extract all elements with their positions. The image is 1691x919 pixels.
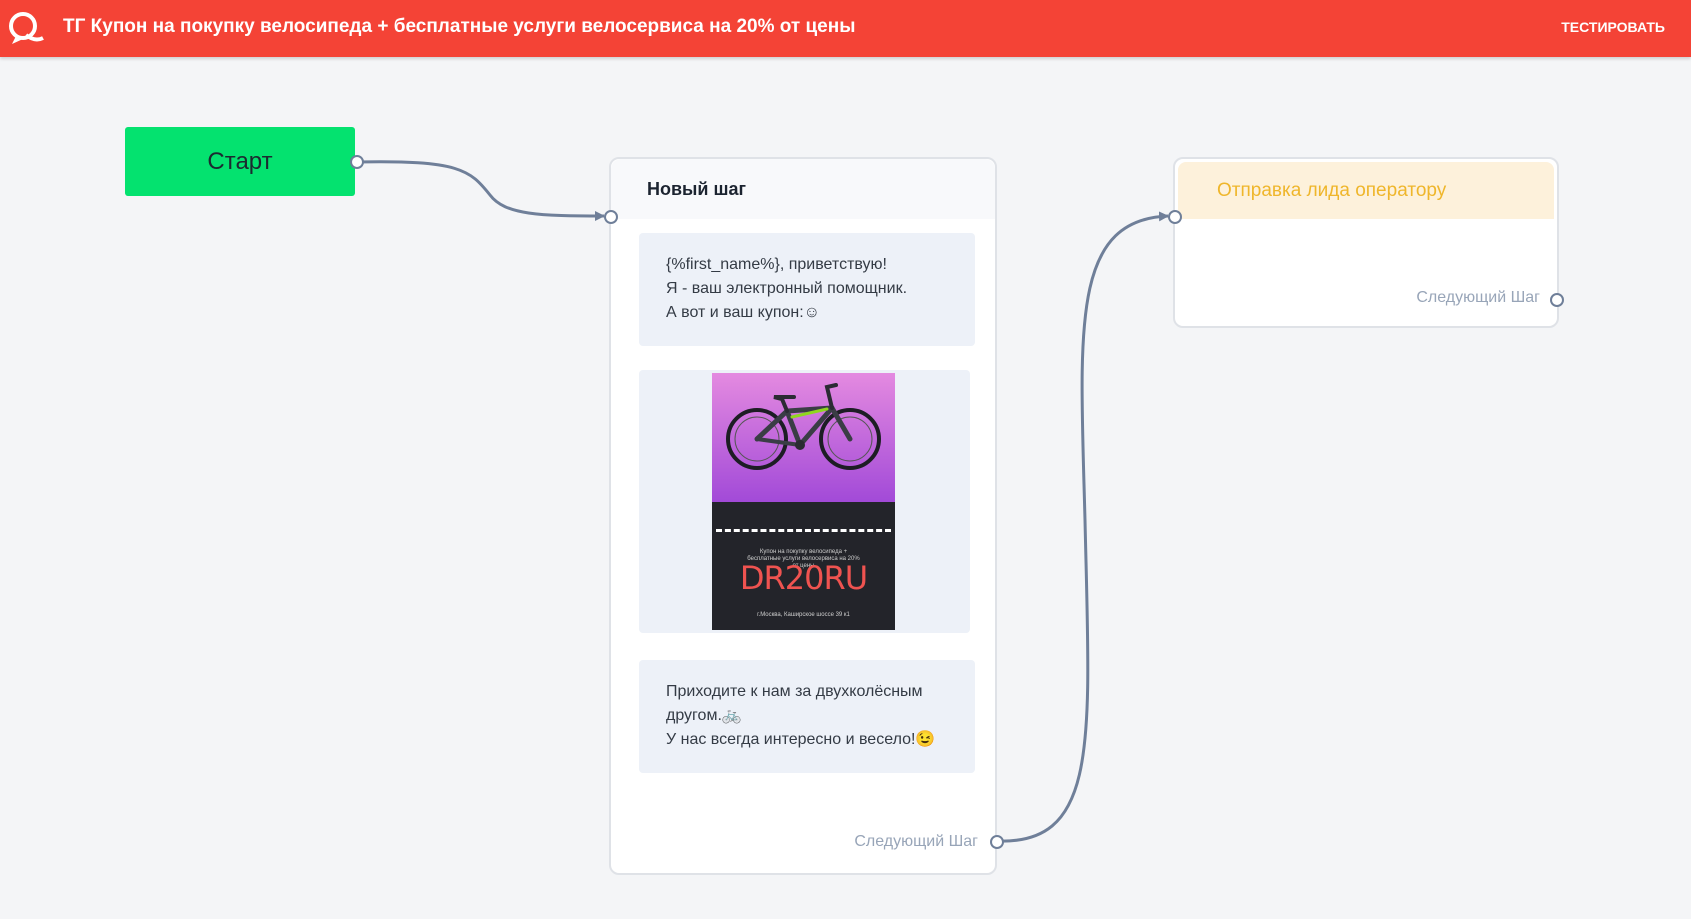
step-node[interactable]: Новый шаг {%first_name%}, приветствую! Я… bbox=[609, 157, 997, 875]
message-line: {%first_name%}, приветствую! bbox=[666, 256, 887, 273]
operator-input-port[interactable] bbox=[1168, 210, 1182, 224]
message-line: У нас всегда интересно и весело!😉 bbox=[666, 731, 936, 748]
start-output-port[interactable] bbox=[350, 155, 364, 169]
message-line: другом.🚲 bbox=[666, 707, 742, 724]
coupon-caption: Купон на покупку велосипеда + bbox=[759, 549, 848, 555]
page-title: ТГ Купон на покупку велосипеда + бесплат… bbox=[63, 16, 856, 37]
test-button[interactable]: ТЕСТИРОВАТЬ bbox=[1561, 19, 1665, 35]
next-step-label: Следующий Шаг bbox=[1416, 289, 1540, 306]
message-line: Я - ваш электронный помощник. bbox=[666, 280, 908, 297]
operator-node[interactable]: Отправка лида оператору Следующий Шаг bbox=[1173, 157, 1559, 328]
chat-logo-icon[interactable] bbox=[4, 8, 44, 48]
message-text-1[interactable]: {%first_name%}, приветствую! Я - ваш эле… bbox=[639, 233, 975, 346]
step-output-port[interactable] bbox=[990, 835, 1004, 849]
start-node-label: Старт bbox=[207, 147, 273, 175]
message-line: Приходите к нам за двухколёсным bbox=[666, 683, 923, 700]
top-bar: ТГ Купон на покупку велосипеда + бесплат… bbox=[0, 0, 1691, 57]
coupon-image-top bbox=[712, 373, 895, 502]
step-input-port[interactable] bbox=[604, 210, 618, 224]
operator-output-port[interactable] bbox=[1550, 293, 1564, 307]
link-start-to-step bbox=[355, 160, 605, 221]
operator-node-title: Отправка лида оператору bbox=[1178, 162, 1554, 219]
coupon-code: DR20RU bbox=[739, 559, 868, 597]
step-node-title: Новый шаг bbox=[611, 159, 995, 219]
coupon-address: г.Москва, Каширское шоссе 39 к1 bbox=[757, 612, 850, 618]
message-line: А вот и ваш купон:☺ bbox=[666, 304, 820, 321]
bicycle-image bbox=[726, 383, 881, 470]
start-node[interactable]: Старт bbox=[125, 127, 355, 196]
coupon-image: Купон на покупку велосипеда + бесплатные… bbox=[712, 373, 895, 630]
message-image[interactable]: Купон на покупку велосипеда + бесплатные… bbox=[639, 370, 970, 633]
link-step-to-operator bbox=[996, 211, 1169, 843]
message-text-2[interactable]: Приходите к нам за двухколёсным другом.🚲… bbox=[639, 660, 975, 773]
next-step-label: Следующий Шаг bbox=[854, 833, 978, 850]
coupon-divider bbox=[716, 529, 891, 532]
